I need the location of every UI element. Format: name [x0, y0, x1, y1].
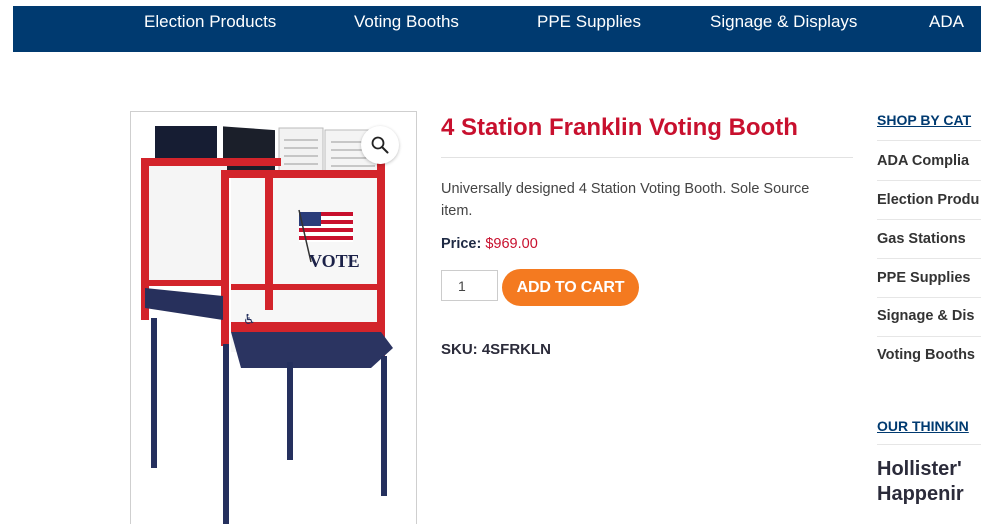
frame-rail	[141, 280, 227, 286]
sidebar-item-election-products[interactable]: Election Produ	[877, 192, 979, 208]
nav-voting-booths[interactable]: Voting Booths	[354, 6, 459, 52]
booth-leg	[287, 362, 293, 460]
sidebar-divider	[877, 336, 981, 337]
post-title-line: Hollister'	[877, 458, 962, 480]
product-title: 4 Station Franklin Voting Booth	[441, 114, 798, 141]
nav-items: Election Products Voting Booths PPE Supp…	[13, 6, 968, 52]
nav-ppe-supplies[interactable]: PPE Supplies	[537, 6, 641, 52]
sidebar-divider	[877, 140, 981, 141]
sidebar-item-signage[interactable]: Signage & Dis	[877, 308, 975, 324]
zoom-button[interactable]	[361, 126, 399, 164]
sku-text: SKU: 4SFRKLN	[441, 341, 552, 358]
frame-rail	[231, 284, 379, 290]
frame-rail	[141, 158, 281, 166]
nav-election-products[interactable]: Election Products	[144, 6, 276, 52]
our-thinking-heading[interactable]: OUR THINKIN	[877, 418, 969, 434]
sidebar-divider	[877, 180, 981, 181]
price-value: $969.00	[485, 236, 538, 252]
sidebar-item-ada[interactable]: ADA Complia	[877, 153, 969, 169]
nav-signage-displays[interactable]: Signage & Displays	[710, 6, 857, 52]
desk-surface	[231, 332, 393, 368]
product-image[interactable]: VOTE ♿	[130, 111, 417, 524]
sidebar-divider	[877, 219, 981, 220]
frame-rail	[229, 170, 379, 178]
booth-leg	[151, 318, 157, 468]
sidebar: SHOP BY CAT ADA Complia Election Produ G…	[877, 0, 981, 524]
quantity-input[interactable]	[441, 270, 498, 301]
shop-by-category-heading[interactable]: SHOP BY CAT	[877, 112, 971, 128]
magnifier-icon	[371, 136, 389, 154]
product-description: Universally designed 4 Station Voting Bo…	[441, 181, 810, 219]
sidebar-divider	[877, 297, 981, 298]
voting-booth-illustration: VOTE ♿	[141, 126, 393, 524]
add-to-cart-button[interactable]: ADD TO CART	[502, 269, 639, 306]
booth-leg	[381, 356, 387, 496]
sidebar-item-ppe-supplies[interactable]: PPE Supplies	[877, 270, 970, 286]
left-panel	[141, 162, 227, 282]
price-row: Price: $969.00	[441, 236, 538, 252]
sidebar-item-gas-stations[interactable]: Gas Stations	[877, 231, 966, 247]
main-nav: Election Products Voting Booths PPE Supp…	[13, 6, 981, 52]
accessibility-icon: ♿	[243, 312, 256, 328]
sidebar-item-voting-booths[interactable]: Voting Booths	[877, 347, 975, 363]
booth-folder	[155, 126, 217, 162]
booth-leg	[223, 344, 229, 524]
post-title-line: Happenir	[877, 483, 964, 505]
price-label: Price:	[441, 236, 482, 252]
vote-label: VOTE	[309, 251, 360, 271]
desk-surface	[145, 288, 223, 320]
sidebar-divider	[877, 258, 981, 259]
sidebar-divider	[877, 444, 981, 445]
latest-post-title[interactable]: Hollister' Happenir	[877, 457, 964, 507]
booth-folder	[223, 126, 275, 175]
title-divider	[441, 157, 853, 158]
